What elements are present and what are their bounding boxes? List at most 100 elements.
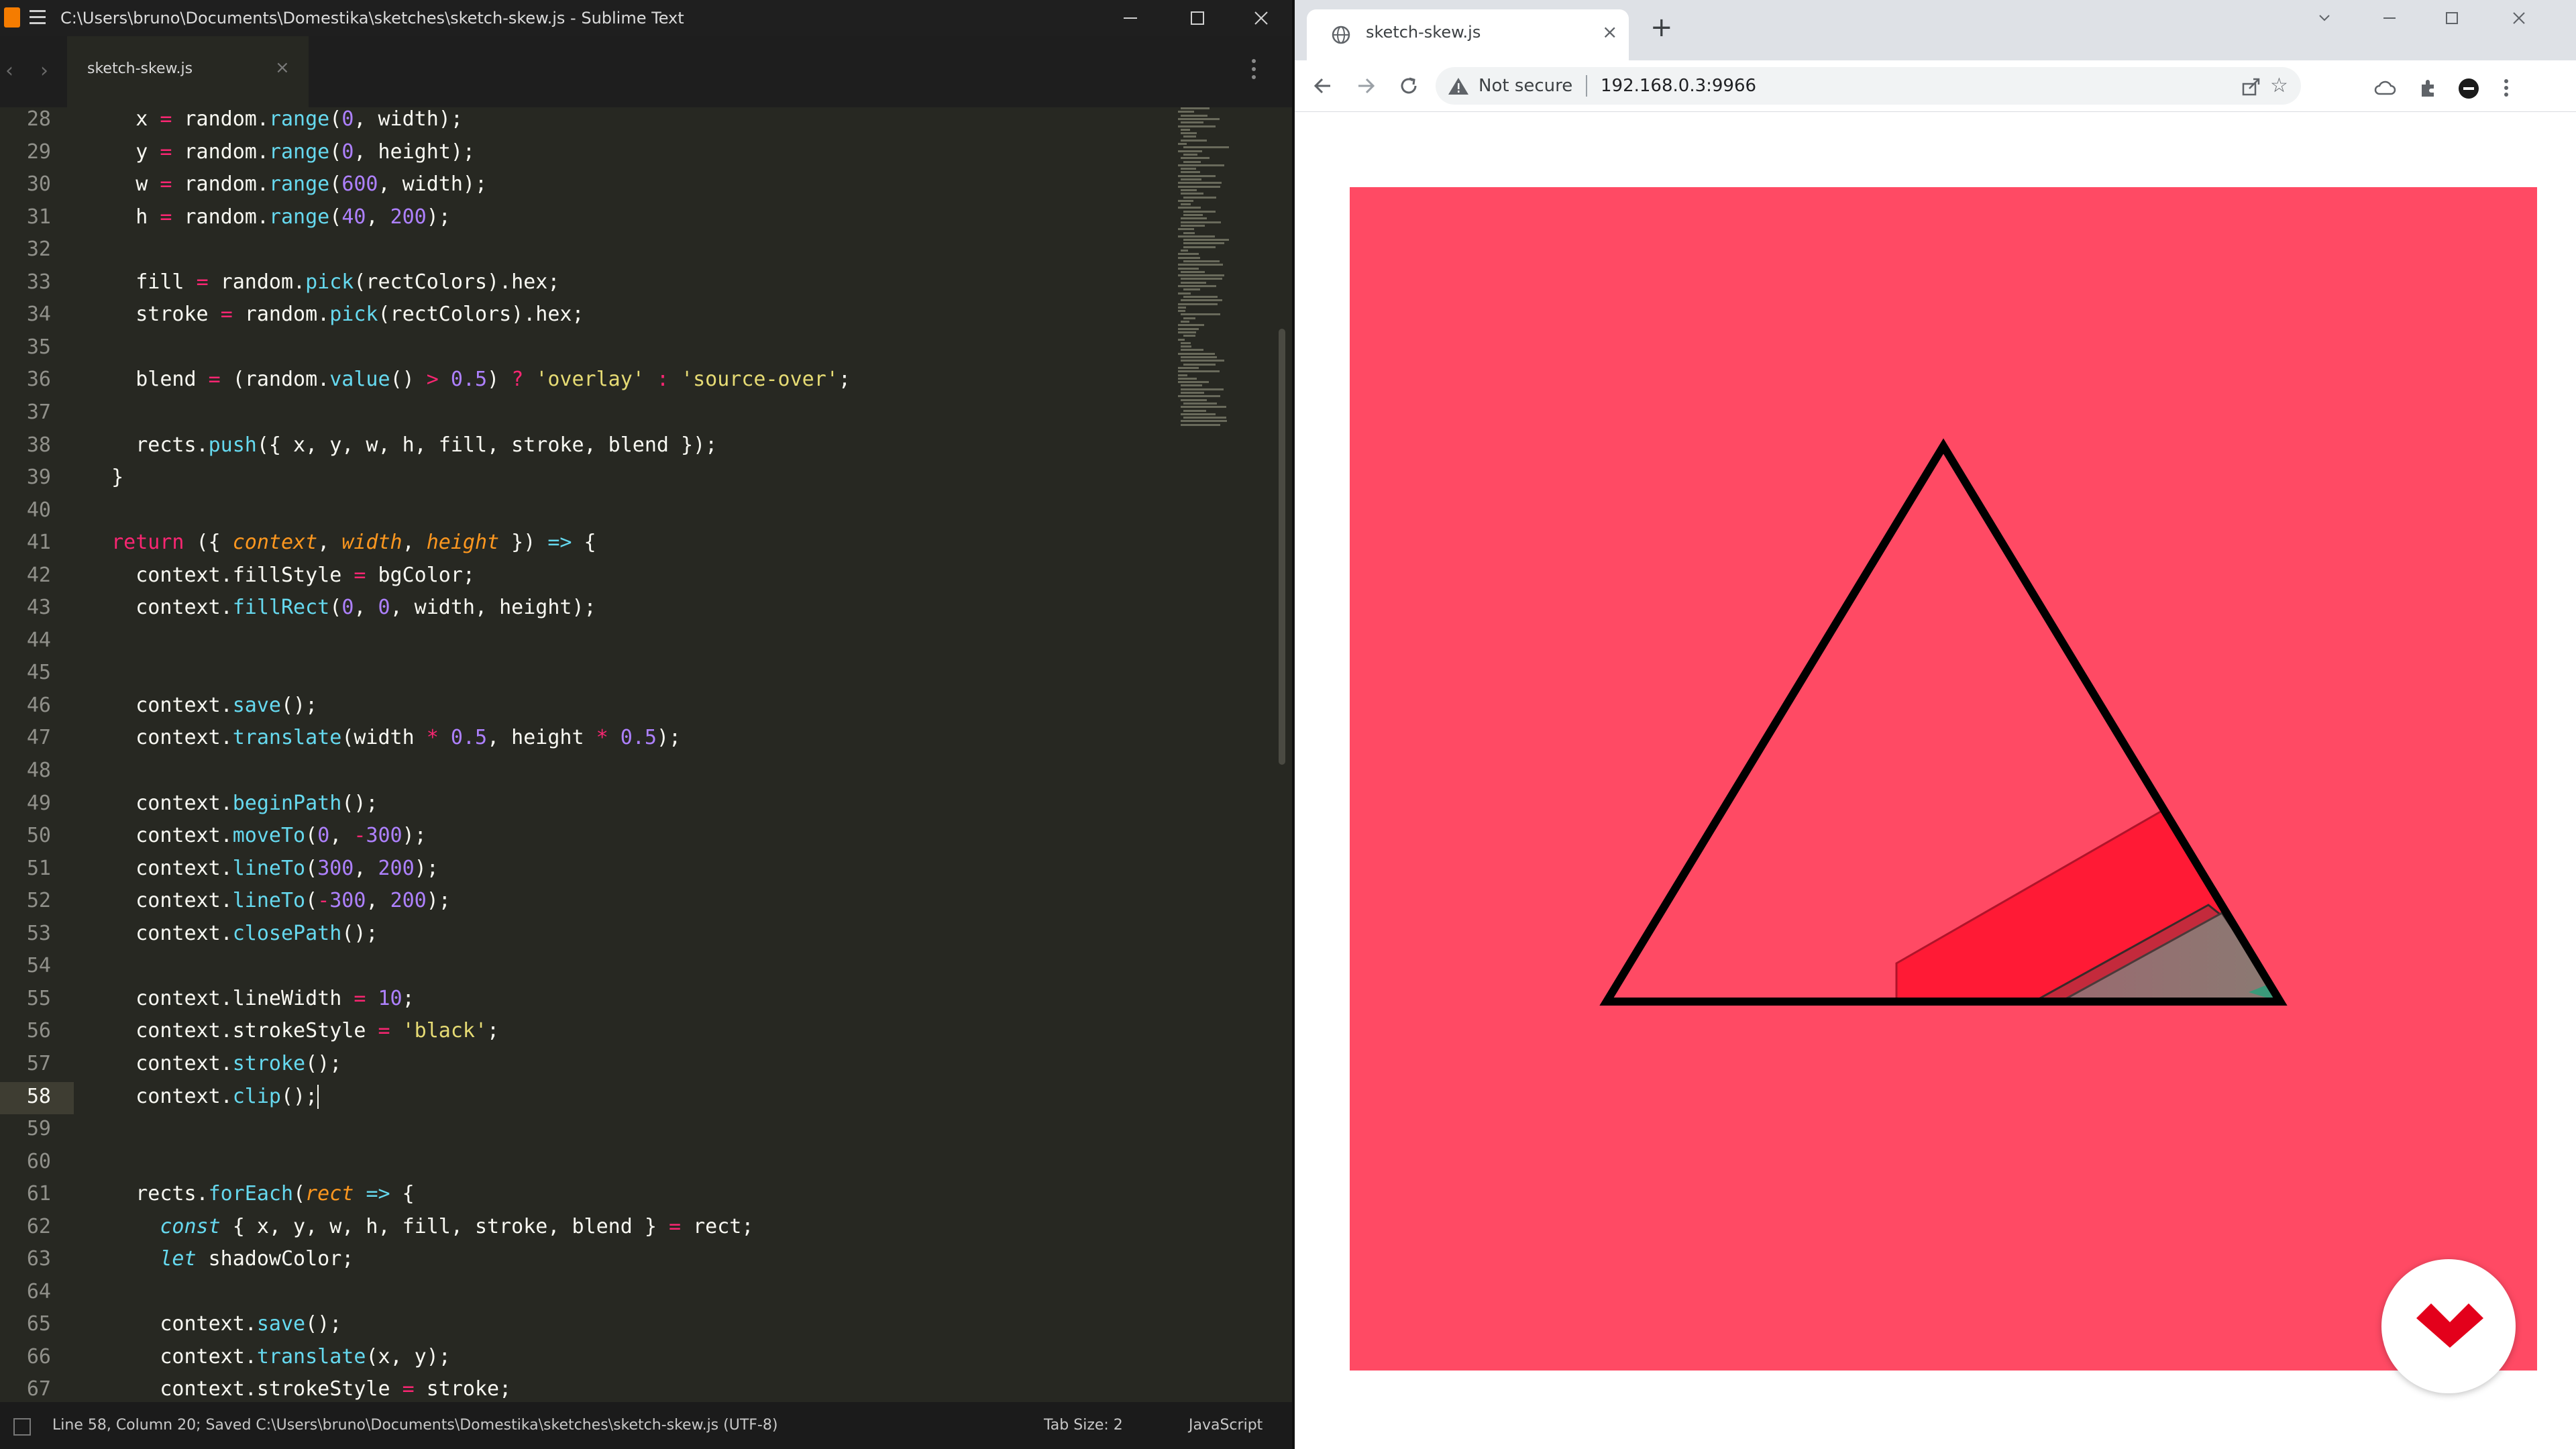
reload-button[interactable]	[1393, 70, 1425, 102]
minimap-line	[1183, 402, 1217, 405]
line-number: 57	[26, 1051, 51, 1075]
code-line[interactable]: rects.push({ x, y, w, h, fill, stroke, b…	[87, 433, 717, 457]
profile-avatar[interactable]	[2458, 78, 2479, 99]
back-button[interactable]	[1307, 70, 1339, 102]
minimap-line	[1181, 178, 1201, 180]
not-secure-label[interactable]: Not secure	[1479, 76, 1572, 96]
code-line[interactable]: stroke = random.pick(rectColors).hex;	[87, 303, 584, 326]
sketch-canvas[interactable]	[1350, 187, 2537, 1371]
code-line[interactable]: y = random.range(0, height);	[87, 140, 475, 164]
tab-prev-icon[interactable]: ‹	[5, 59, 13, 83]
line-number: 48	[26, 759, 51, 782]
code-line[interactable]: x = random.range(0, width);	[87, 107, 463, 131]
minimap-line	[1178, 370, 1220, 373]
address-bar[interactable]: Not secure 192.168.0.3:9966 ☆	[1436, 67, 2301, 105]
code-line[interactable]: fill = random.pick(rectColors).hex;	[87, 270, 559, 294]
code-line[interactable]: context.beginPath();	[87, 792, 378, 815]
url-text[interactable]: 192.168.0.3:9966	[1601, 76, 1756, 96]
code-line[interactable]: blend = (random.value() > 0.5) ? 'overla…	[87, 368, 851, 391]
code-line[interactable]: context.stroke();	[87, 1052, 341, 1075]
minimize-button[interactable]	[1100, 0, 1161, 36]
browser-close-button[interactable]	[2489, 0, 2549, 36]
close-window-button[interactable]	[1231, 0, 1291, 36]
minimap-line	[1183, 210, 1216, 213]
code-line[interactable]: const { x, y, w, h, fill, stroke, blend …	[87, 1215, 753, 1238]
line-number: 50	[26, 824, 51, 848]
browser-menu-icon[interactable]	[2502, 78, 2510, 98]
minimap-line	[1181, 221, 1221, 223]
code-line[interactable]: context.save();	[87, 694, 317, 717]
minimap-line	[1178, 182, 1222, 184]
line-number: 34	[26, 303, 51, 327]
tab-search-button[interactable]	[2294, 0, 2355, 36]
extensions-puzzle-icon[interactable]	[2418, 78, 2438, 98]
line-number: 51	[26, 856, 51, 880]
code-minimap[interactable]	[1175, 107, 1249, 436]
code-editor-area[interactable]: x = random.range(0, width); y = random.r…	[87, 107, 1161, 1402]
code-line[interactable]: }	[87, 466, 123, 489]
share-icon[interactable]	[2241, 76, 2261, 97]
tab-next-icon[interactable]: ›	[40, 59, 48, 83]
code-line[interactable]: context.translate(width * 0.5, height * …	[87, 726, 681, 749]
minimap-line	[1183, 136, 1196, 138]
minimap-line	[1178, 143, 1187, 145]
code-line[interactable]: w = random.range(600, width);	[87, 172, 487, 196]
minimap-line	[1181, 406, 1226, 409]
minimap-line	[1181, 270, 1205, 273]
minimap-line	[1181, 114, 1208, 117]
status-syntax[interactable]: JavaScript	[1189, 1402, 1263, 1449]
code-line[interactable]: context.lineTo(300, 200);	[87, 857, 439, 880]
bookmark-star-icon[interactable]: ☆	[2270, 74, 2288, 97]
browser-tab[interactable]: sketch-skew.js ×	[1307, 9, 1629, 60]
browser-minimize-button[interactable]	[2359, 0, 2420, 36]
minimap-line	[1183, 196, 1216, 199]
editor-tab-sketch-skew[interactable]: sketch-skew.js ×	[67, 36, 309, 107]
code-line[interactable]: context.save();	[87, 1312, 341, 1336]
code-line[interactable]: context.clip();	[87, 1085, 319, 1109]
browser-tab-close-icon[interactable]: ×	[1602, 21, 1617, 43]
minimap-line	[1178, 310, 1185, 313]
code-line[interactable]: context.fillStyle = bgColor;	[87, 564, 475, 587]
code-line[interactable]: context.moveTo(0, -300);	[87, 824, 427, 847]
maximize-button[interactable]	[1167, 0, 1228, 36]
line-number: 61	[26, 1182, 51, 1206]
minimap-line	[1181, 398, 1207, 401]
status-tab-size[interactable]: Tab Size: 2	[1044, 1402, 1123, 1449]
minimap-line	[1178, 164, 1224, 166]
panel-toggle-icon[interactable]	[13, 1418, 31, 1436]
minimap-line	[1178, 324, 1204, 327]
code-line[interactable]: context.translate(x, y);	[87, 1345, 451, 1368]
code-line[interactable]: context.lineTo(-300, 200);	[87, 889, 451, 912]
line-number: 42	[26, 563, 51, 587]
editor-scrollbar[interactable]	[1275, 107, 1289, 1402]
minimap-line	[1178, 125, 1216, 127]
tab-close-icon[interactable]: ×	[275, 58, 290, 78]
code-line[interactable]: rects.forEach(rect => {	[87, 1182, 414, 1205]
code-line[interactable]: context.strokeStyle = stroke;	[87, 1377, 511, 1401]
code-line[interactable]: context.fillRect(0, 0, width, height);	[87, 596, 596, 619]
code-line[interactable]: return ({ context, width, height }) => {	[87, 531, 596, 554]
tab-overflow-menu-icon[interactable]	[1252, 59, 1257, 83]
code-line[interactable]: h = random.range(40, 200);	[87, 205, 451, 229]
domestika-logo-badge	[2381, 1259, 2516, 1393]
canvas-drawing	[1350, 187, 2537, 1371]
minimize-icon	[2383, 17, 2396, 19]
cloud-icon[interactable]	[2373, 78, 2396, 97]
hamburger-menu-icon[interactable]	[30, 10, 46, 26]
warning-triangle-icon[interactable]	[1448, 76, 1469, 95]
minimap-line	[1181, 168, 1196, 170]
new-tab-icon[interactable]: +	[1650, 12, 1673, 43]
code-line[interactable]: let shadowColor;	[87, 1247, 354, 1271]
code-line[interactable]: context.strokeStyle = 'black';	[87, 1019, 499, 1042]
forward-button[interactable]	[1350, 70, 1382, 102]
line-number: 28	[26, 107, 51, 131]
scrollbar-thumb[interactable]	[1279, 329, 1285, 765]
minimap-line	[1181, 139, 1207, 142]
code-line[interactable]: context.lineWidth = 10;	[87, 987, 414, 1010]
domestika-logo-icon	[2416, 1303, 2483, 1348]
code-line[interactable]: context.closePath();	[87, 922, 378, 945]
browser-maximize-button[interactable]	[2422, 0, 2482, 36]
minimap-line	[1178, 256, 1200, 259]
minimap-line	[1183, 214, 1203, 216]
minimap-line	[1181, 313, 1220, 316]
